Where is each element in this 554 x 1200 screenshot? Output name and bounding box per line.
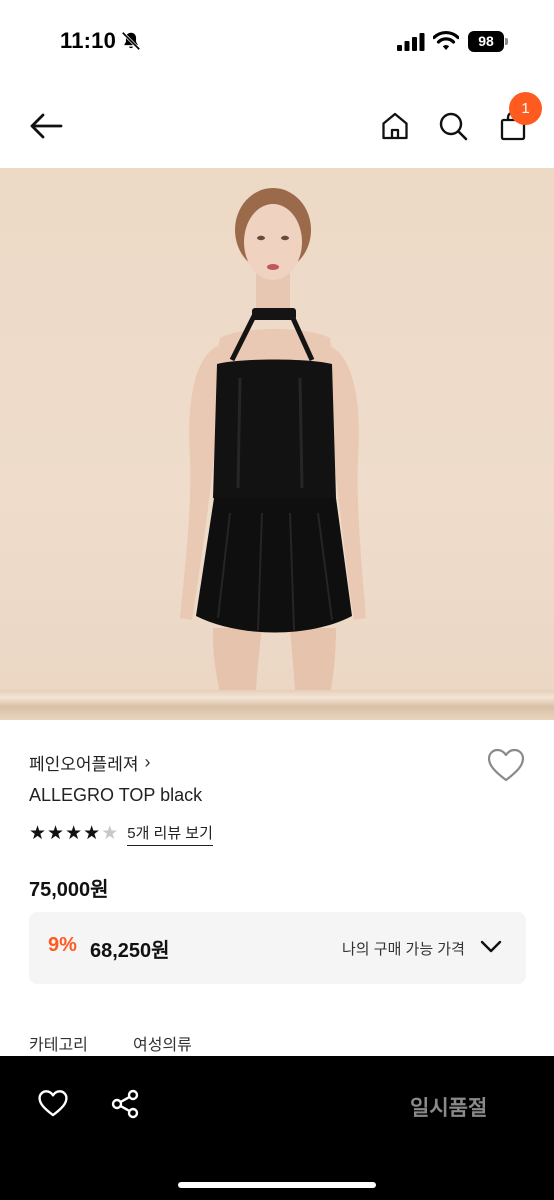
status-bar: 11:10 98 [0,0,554,84]
heart-icon [487,748,525,782]
rating-row: ★ ★ ★ ★ ★ 5개 리뷰 보기 [29,822,213,846]
wishlist-button[interactable] [486,747,526,785]
category-value: 여성의류 [133,1037,192,1054]
chevron-right-icon: › [144,752,151,772]
bell-slash-icon [121,31,141,51]
heart-icon [38,1090,68,1117]
home-icon [382,112,408,140]
wall-trim [0,690,554,720]
chevron-down-icon [480,940,502,953]
brand-name: 페인오어플레져 [29,755,139,774]
battery-tip [505,38,508,45]
brand-link[interactable]: 페인오어플레져 › [29,750,150,775]
battery-icon: 98 [468,31,508,52]
discount-box[interactable]: 9% 68,250원 나의 구매 가능 가격 [29,912,526,984]
star-icon: ★ [83,823,101,844]
status-time: 11:10 [60,28,117,53]
back-button[interactable] [24,104,68,148]
category-label: 카테고리 [29,1037,88,1054]
my-price-label: 나의 구매 가능 가격 [342,941,465,958]
home-indicator[interactable] [178,1182,376,1188]
review-link[interactable]: 5개 리뷰 보기 [127,822,213,846]
product-name: ALLEGRO TOP black [29,785,203,805]
wifi-icon [433,30,459,50]
star-icon: ★ [47,823,65,844]
share-button[interactable] [105,1084,145,1124]
star-icon: ★ [29,823,47,844]
discount-price: 68,250원 [90,940,170,962]
discount-rate: 9% [48,934,77,956]
original-price: 75,000원 [29,879,109,901]
model-photo [180,188,366,720]
search-button[interactable] [431,104,475,148]
back-arrow-icon [30,113,63,139]
product-image[interactable] [0,168,554,720]
battery-level: 98 [468,31,504,52]
cart-count-badge: 1 [509,92,542,125]
star-empty-icon: ★ [101,823,119,844]
bottom-action-bar: 일시품절 [0,1056,554,1200]
search-icon [439,112,468,141]
star-icon: ★ [65,823,83,844]
signal-icon [397,33,425,51]
home-button[interactable] [373,104,417,148]
top-nav [0,84,554,168]
share-icon [111,1089,139,1119]
bottom-wishlist-button[interactable] [33,1084,73,1124]
soldout-button[interactable]: 일시품절 [410,1092,487,1122]
